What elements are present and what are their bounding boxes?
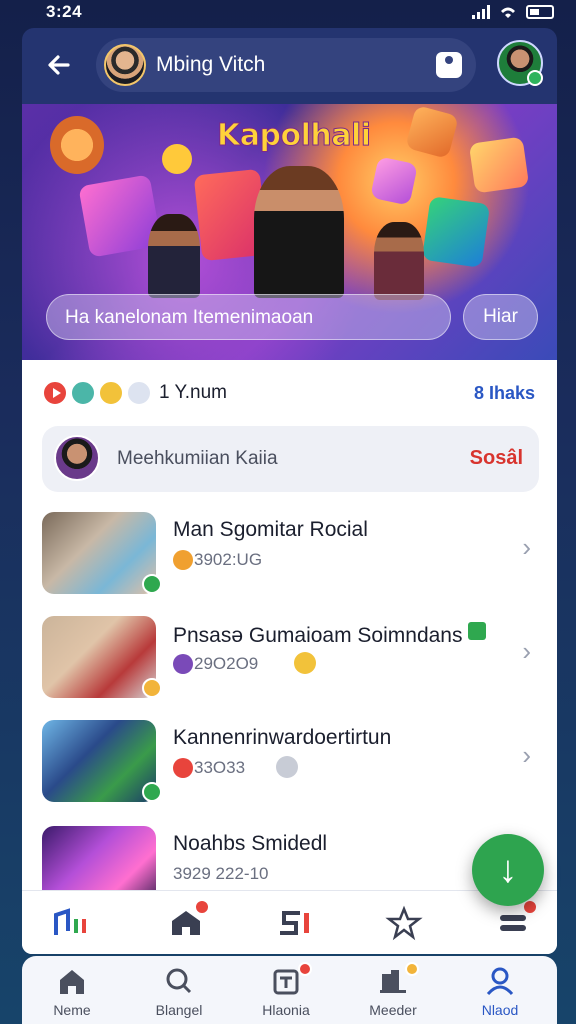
chevron-right-icon: › xyxy=(522,636,531,666)
nav-item-home[interactable]: Neme xyxy=(22,962,122,1022)
nav-item-folder[interactable]: Meeder xyxy=(343,962,443,1022)
nav-item-search[interactable]: Blangel xyxy=(129,962,229,1022)
nav-item-profile[interactable]: Nlaod xyxy=(450,962,550,1022)
back-button[interactable] xyxy=(42,48,76,82)
chevron-right-icon: › xyxy=(522,740,531,770)
search-icon xyxy=(166,968,192,994)
hero-person xyxy=(148,214,200,298)
social-card-text: Meehkumiian Kaiia xyxy=(117,448,278,469)
reaction-avatar xyxy=(70,380,96,406)
status-icons xyxy=(472,4,554,20)
tab-favorites[interactable] xyxy=(384,905,424,941)
avatar xyxy=(54,435,100,481)
coin-icon xyxy=(162,144,192,174)
notification-badge xyxy=(194,899,210,915)
hand-icon xyxy=(276,756,298,778)
item-sub-icon xyxy=(173,654,193,674)
play-icon xyxy=(42,380,68,406)
item-sub-icon xyxy=(173,758,193,778)
list-item-title: Kannenrinwardoertirtun xyxy=(173,726,392,749)
verified-badge-icon xyxy=(142,782,162,802)
app-header: Mbing Vitch xyxy=(22,28,557,104)
thumbnail xyxy=(42,616,156,698)
hero-search-input[interactable]: Ha kanelonam Itemenimaoan xyxy=(46,294,451,340)
tab-home[interactable] xyxy=(166,899,210,941)
avatar xyxy=(104,44,146,86)
hero-search-text: Ha kanelonam Itemenimaoan xyxy=(65,307,314,328)
thumbnail xyxy=(42,512,156,594)
music-icon xyxy=(54,908,86,935)
user-pill[interactable]: Mbing Vitch xyxy=(96,38,476,92)
list-item-subtitle: 3902:UG xyxy=(194,550,263,569)
status-bar: 3:24 xyxy=(0,0,576,26)
list-item-subtitle: 29O2O9 xyxy=(194,654,259,673)
stats-link[interactable]: 8 Ihaks xyxy=(474,383,535,404)
list-item[interactable]: Man Sgomitar Rocial 3902:UG › xyxy=(42,512,539,598)
tab-social[interactable] xyxy=(276,905,316,941)
verified-badge-icon xyxy=(142,574,162,594)
social-action-button[interactable]: Sosâl xyxy=(470,447,523,470)
back-arrow-icon xyxy=(48,55,70,75)
notification-badge xyxy=(298,962,312,976)
nav-label: Hlaonia xyxy=(262,1002,310,1018)
notification-badge xyxy=(405,962,419,976)
user-card-icon[interactable] xyxy=(436,52,462,78)
hero-banner: Kapolhali Ha kanelonam Itemenimaoan Hiar xyxy=(22,104,557,360)
teddy-sticker xyxy=(50,116,104,174)
signal-icon xyxy=(472,5,490,19)
wifi-icon xyxy=(501,7,515,18)
profile-avatar[interactable] xyxy=(497,40,543,86)
hero-person xyxy=(254,166,344,298)
battery-icon xyxy=(526,5,554,19)
chevron-right-icon: › xyxy=(522,532,531,562)
game-card-sticker xyxy=(468,136,530,194)
list-item-subtitle: 3929 222-10 xyxy=(173,864,269,883)
social-icon xyxy=(280,911,309,935)
game-card-sticker xyxy=(421,196,491,268)
home-icon xyxy=(60,970,84,994)
hero-button[interactable]: Hiar xyxy=(463,294,538,340)
list-item-subtitle: 33O33 xyxy=(194,758,246,777)
list-item-title: Pnsasə Gumaioam Soimndans xyxy=(173,622,487,648)
stats-count: 1 Y.num xyxy=(159,382,227,403)
star-icon xyxy=(385,905,423,941)
tab-music[interactable] xyxy=(52,905,92,941)
nav-label: Nlaod xyxy=(481,1002,519,1018)
download-button[interactable]: ↓ xyxy=(472,834,544,906)
list-item[interactable]: Kannenrinwardoertirtun 33O33 › xyxy=(42,720,539,806)
stats-row: 1 Y.num 8 Ihaks xyxy=(22,374,557,410)
game-card-sticker xyxy=(370,156,418,206)
game-card-sticker xyxy=(405,105,459,159)
nav-label: Meeder xyxy=(369,1002,417,1018)
nav-label: Blangel xyxy=(155,1002,203,1018)
hero-title: Kapolhali xyxy=(217,118,372,154)
online-badge xyxy=(527,70,543,86)
nav-item-inbox[interactable]: Hlaonia xyxy=(236,962,336,1022)
status-badge-icon xyxy=(142,678,162,698)
hero-person xyxy=(374,222,424,300)
item-sub-icon xyxy=(173,550,193,570)
social-card[interactable]: Meehkumiian Kaiia Sosâl xyxy=(42,426,539,492)
section-tabbar xyxy=(22,890,557,954)
download-arrow-icon: ↓ xyxy=(498,849,518,891)
nav-label: Neme xyxy=(53,1002,91,1018)
list-item[interactable]: Pnsasə Gumaioam Soimndans 29O2O9 › xyxy=(42,616,539,702)
list-item-title: Noahbs Smidedl xyxy=(173,832,328,855)
thumbnail xyxy=(42,720,156,802)
user-name: Mbing Vitch xyxy=(156,53,266,76)
tag-icon xyxy=(468,622,487,640)
emoji-icon xyxy=(294,652,316,674)
bottom-nav: Neme Blangel Hlaonia Meeder Nlaod xyxy=(22,956,557,1024)
reaction-avatar xyxy=(98,380,124,406)
list-item-title: Man Sgomitar Rocial xyxy=(173,518,368,541)
status-time: 3:24 xyxy=(46,2,83,21)
tab-messages[interactable] xyxy=(494,899,538,941)
list-item-title-text: Pnsasə Gumaioam Soimndans xyxy=(173,624,463,647)
profile-icon xyxy=(486,967,514,996)
reaction-avatar xyxy=(126,380,152,406)
